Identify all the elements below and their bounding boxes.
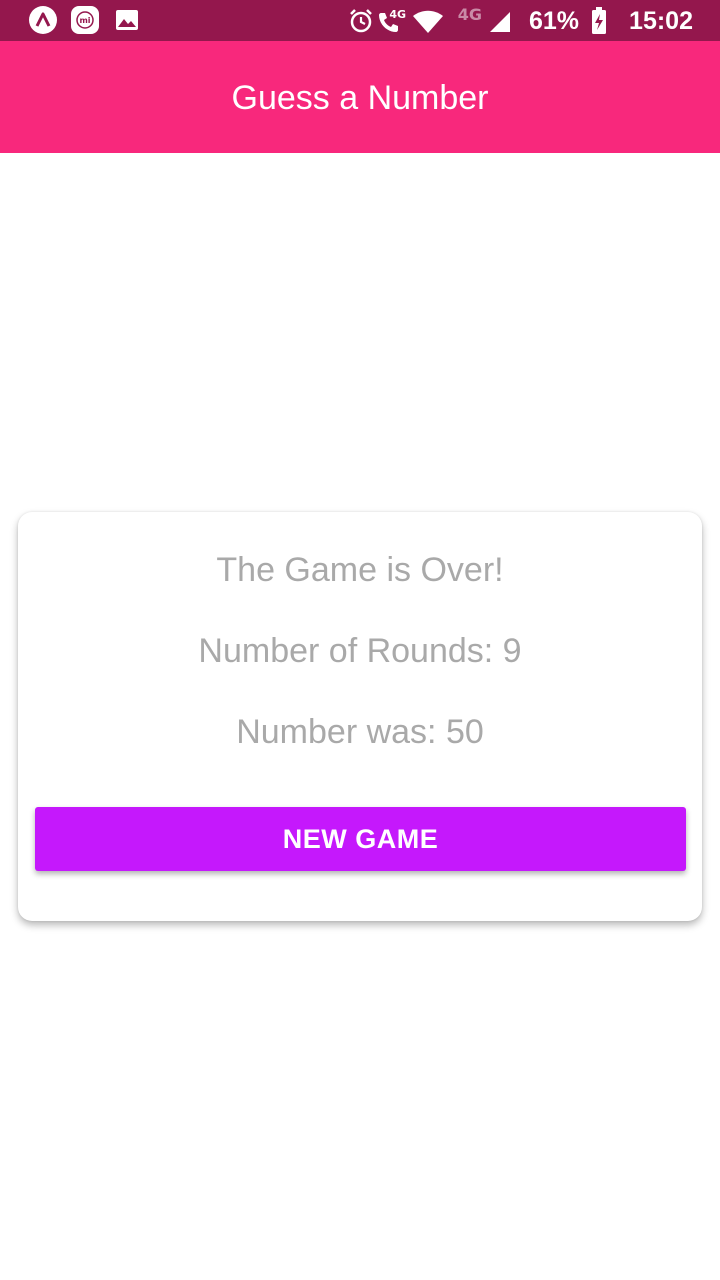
game-over-heading: The Game is Over! — [216, 551, 504, 589]
mi-app-icon: mi — [70, 5, 100, 40]
signal-network-label: 4G — [457, 5, 482, 24]
status-bar: mi 4G 4G 61% 15:02 — [0, 0, 720, 41]
gallery-icon — [114, 5, 142, 40]
game-over-card: The Game is Over! Number of Rounds: 9 Nu… — [18, 512, 702, 921]
cell-signal-icon — [488, 11, 512, 38]
alarm-icon — [348, 8, 374, 39]
battery-percent: 61% — [528, 7, 579, 35]
app-header: Guess a Number — [0, 41, 720, 153]
clock: 15:02 — [629, 7, 693, 35]
chosen-number-text: Number was: 50 — [236, 713, 484, 751]
wifi-icon — [412, 10, 444, 39]
new-game-button[interactable]: NEW GAME — [35, 807, 686, 871]
page-title: Guess a Number — [231, 78, 489, 117]
call-network-label: 4G — [389, 8, 406, 21]
svg-text:mi: mi — [79, 16, 90, 25]
battery-charging-icon — [590, 7, 608, 40]
app-logo-icon — [28, 5, 58, 40]
rounds-count-text: Number of Rounds: 9 — [198, 632, 522, 670]
